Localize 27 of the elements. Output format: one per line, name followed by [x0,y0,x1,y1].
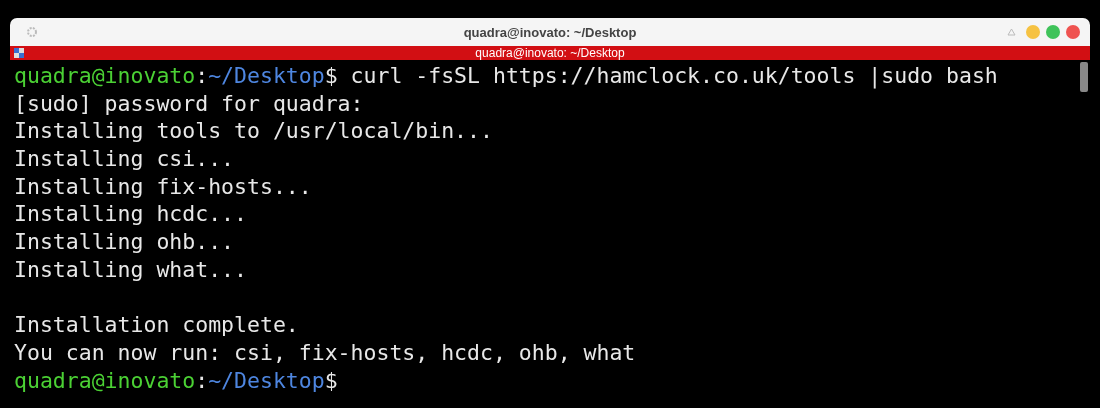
output-line: [sudo] password for quadra: [14,90,364,116]
output-line: Installing fix-hosts... [14,173,312,199]
command-text: curl -fsSL https://hamclock.co.uk/tools |sudo bash [349,63,998,88]
maximize-button[interactable] [1046,25,1060,39]
tab-title[interactable]: quadra@inovato: ~/Desktop [120,46,980,60]
prompt-symbol: $ [324,63,338,88]
terminal-icon[interactable] [14,48,24,58]
prompt-separator: : [195,367,209,393]
output-line: Installing csi... [14,146,235,172]
triangle-icon[interactable] [1007,28,1016,36]
output-line: Installation complete. [14,312,299,338]
prompt-separator: : [195,63,209,88]
output-line: Installing hcdc... [14,201,247,227]
output-line: You can now run: csi, fix-hosts, hcdc, ohb, what [14,339,636,365]
prompt-path: ~/Desktop [208,367,325,393]
gear-icon[interactable] [26,26,38,38]
output-line: Installing ohb... [14,229,235,255]
prompt-symbol: $ [324,367,338,393]
prompt-user: quadra@inovato [14,63,196,88]
close-button[interactable] [1066,25,1080,39]
prompt-path: ~/Desktop [208,63,325,88]
window-title: quadra@inovato: ~/Desktop [462,24,638,40]
scrollbar[interactable] [1080,62,1088,92]
prompt-user: quadra@inovato [14,367,196,393]
minimize-button[interactable] [1026,25,1040,39]
output-line: Installing tools to /usr/local/bin... [14,118,493,144]
output-line: Installing what... [14,256,247,282]
